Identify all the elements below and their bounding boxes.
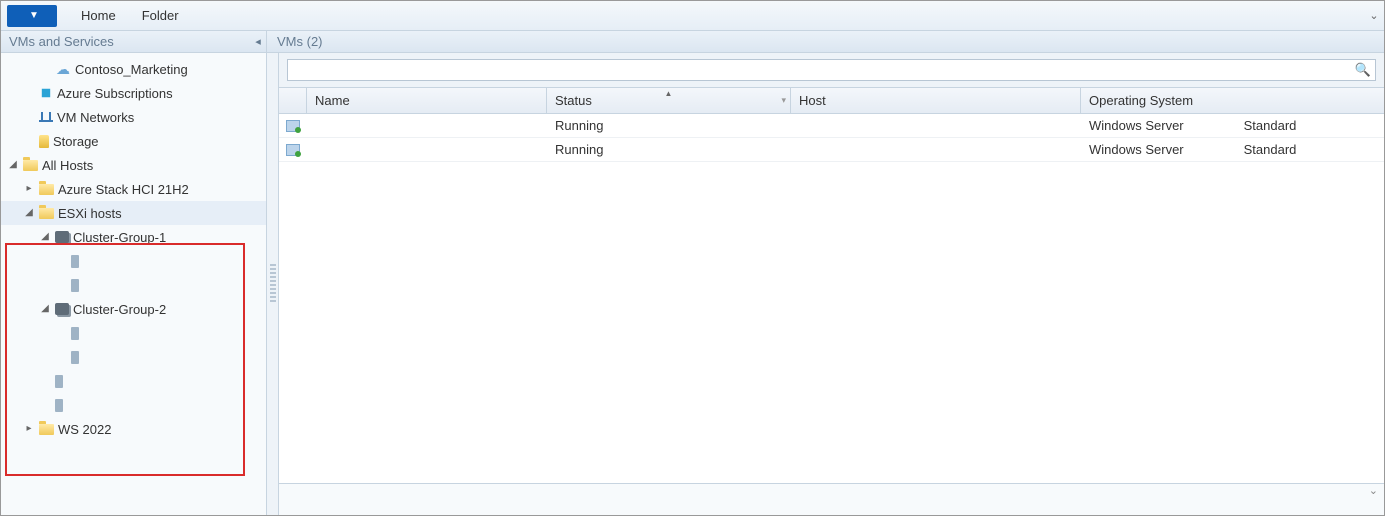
sort-ascending-icon: ▲ (665, 89, 673, 98)
column-header-os[interactable]: Operating System (1081, 88, 1384, 113)
tree-item-all-hosts[interactable]: ◢ All Hosts (1, 153, 266, 177)
column-header-status-label: Status (555, 93, 592, 108)
tree-item-label: Contoso_Marketing (75, 62, 188, 77)
file-menu-button[interactable]: ▼ (7, 5, 57, 27)
host-icon (71, 255, 79, 268)
azure-icon (39, 86, 53, 100)
right-pane-title-text: VMs (2) (277, 34, 323, 49)
column-header-name-label: Name (315, 93, 350, 108)
left-pane-title: VMs and Services ◂ (1, 31, 267, 52)
tree-item-label: Azure Stack HCI 21H2 (58, 182, 189, 197)
expander-open-icon[interactable]: ◢ (39, 231, 51, 243)
host-icon (71, 351, 79, 364)
tree-item-host[interactable] (1, 249, 266, 273)
vm-icon (279, 114, 307, 137)
host-icon (71, 279, 79, 292)
column-header-status[interactable]: Status ▲ ▾ (547, 88, 791, 113)
tree-item-contoso-marketing[interactable]: Contoso_Marketing (1, 57, 266, 81)
folder-icon (39, 184, 54, 195)
filter-dropdown-icon[interactable]: ▾ (781, 95, 786, 106)
tree-item-label: ESXi hosts (58, 206, 122, 221)
cell-os: Windows Server Standard (1081, 114, 1384, 137)
tree-item-ws-2022[interactable]: ▸ WS 2022 (1, 417, 266, 441)
cell-os-name: Windows Server (1089, 142, 1184, 157)
tree-item-storage[interactable]: Storage (1, 129, 266, 153)
cell-host (791, 138, 1081, 161)
vm-running-icon (286, 144, 300, 156)
expander-open-icon[interactable]: ◢ (7, 159, 19, 171)
ribbon-tab-home[interactable]: Home (69, 4, 128, 27)
search-box[interactable]: 🔍 (287, 59, 1376, 81)
expander-closed-icon[interactable]: ▸ (23, 423, 35, 435)
tree: Contoso_Marketing Azure Subscriptions VM N… (1, 53, 266, 445)
host-icon (71, 327, 79, 340)
cell-os-name: Windows Server (1089, 118, 1184, 133)
search-input[interactable] (288, 61, 1375, 80)
tree-item-label: Storage (53, 134, 99, 149)
tree-item-label: Cluster-Group-1 (73, 230, 166, 245)
cell-status: Running (547, 114, 791, 137)
tree-item-label: WS 2022 (58, 422, 111, 437)
cell-status: Running (547, 138, 791, 161)
vm-icon (279, 138, 307, 161)
collapse-left-pane-button[interactable]: ◂ (250, 35, 266, 48)
folder-icon (39, 424, 54, 435)
ribbon: ▼ Home Folder ⌄ (1, 1, 1384, 31)
tree-item-cluster-group-1[interactable]: ◢ Cluster-Group-1 (1, 225, 266, 249)
tree-item-label: Cluster-Group-2 (73, 302, 166, 317)
column-header-name[interactable]: Name (307, 88, 547, 113)
cluster-icon (55, 303, 69, 315)
expander-open-icon[interactable]: ◢ (39, 303, 51, 315)
host-icon (55, 399, 63, 412)
chevron-down-icon: ▼ (29, 10, 39, 21)
tree-item-label: Azure Subscriptions (57, 86, 173, 101)
right-pane-title: VMs (2) (267, 31, 1384, 52)
sidebar: Contoso_Marketing Azure Subscriptions VM N… (1, 53, 267, 515)
cell-host (791, 114, 1081, 137)
search-icon[interactable]: 🔍 (1355, 62, 1371, 78)
grip-icon (270, 264, 276, 304)
tree-item-cluster-group-2[interactable]: ◢ Cluster-Group-2 (1, 297, 266, 321)
tree-item-host[interactable] (1, 345, 266, 369)
cluster-icon (55, 231, 69, 243)
expander-closed-icon[interactable]: ▸ (23, 183, 35, 195)
host-icon (55, 375, 63, 388)
tree-item-label: VM Networks (57, 110, 134, 125)
splitter-handle[interactable] (267, 53, 279, 515)
table-row[interactable]: Running Windows Server Standard (279, 114, 1384, 138)
storage-icon (39, 135, 49, 148)
tree-item-host[interactable] (1, 273, 266, 297)
folder-icon (39, 208, 54, 219)
table-row[interactable]: Running Windows Server Standard (279, 138, 1384, 162)
tree-item-label: All Hosts (42, 158, 93, 173)
column-header-host-label: Host (799, 93, 826, 108)
details-pane: ⌄ (279, 483, 1384, 515)
network-icon (39, 112, 53, 122)
tree-item-esxi-hosts[interactable]: ◢ ESXi hosts (1, 201, 266, 225)
folder-icon (23, 160, 38, 171)
cell-name (307, 138, 547, 161)
cell-os: Windows Server Standard (1081, 138, 1384, 161)
expander-open-icon[interactable]: ◢ (23, 207, 35, 219)
tree-item-host[interactable] (1, 321, 266, 345)
details-pane-caret[interactable]: ⌄ (1369, 484, 1378, 497)
tree-item-vm-networks[interactable]: VM Networks (1, 105, 266, 129)
left-pane-title-text: VMs and Services (9, 34, 114, 49)
cell-name (307, 114, 547, 137)
cloud-icon (55, 61, 71, 77)
tree-item-host[interactable] (1, 369, 266, 393)
ribbon-collapse-button[interactable]: ⌄ (1364, 9, 1384, 22)
cell-os-edition: Standard (1244, 142, 1297, 157)
grid-header: Name Status ▲ ▾ Host Operating System (279, 88, 1384, 114)
tree-item-azure-stack-hci-21h2[interactable]: ▸ Azure Stack HCI 21H2 (1, 177, 266, 201)
grid-body: Running Windows Server Standard Running Wind… (279, 114, 1384, 483)
vm-running-icon (286, 120, 300, 132)
tree-item-host[interactable] (1, 393, 266, 417)
ribbon-tab-folder[interactable]: Folder (130, 4, 191, 27)
column-header-os-label: Operating System (1089, 93, 1193, 108)
tree-item-azure-subscriptions[interactable]: Azure Subscriptions (1, 81, 266, 105)
cell-os-edition: Standard (1244, 118, 1297, 133)
column-header-host[interactable]: Host (791, 88, 1081, 113)
column-header-icon[interactable] (279, 88, 307, 113)
